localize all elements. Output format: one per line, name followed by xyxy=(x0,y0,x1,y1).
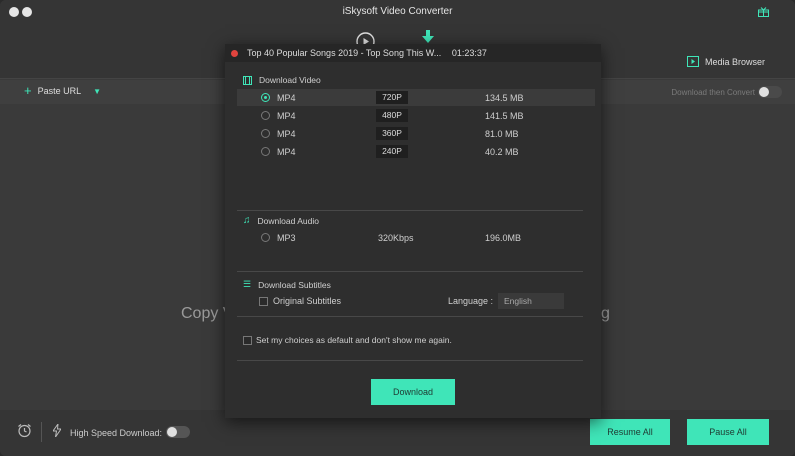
format-label: MP3 xyxy=(277,233,296,243)
paste-url-button[interactable]: + Paste URL ▼ xyxy=(24,83,101,98)
radio-button[interactable] xyxy=(261,233,270,242)
pause-all-button[interactable]: Pause All xyxy=(687,419,769,445)
music-note-icon: ♫ xyxy=(243,215,251,226)
dialog-close-button[interactable] xyxy=(231,50,238,57)
video-duration: 01:23:37 xyxy=(451,48,487,58)
bitrate-label: 320Kbps xyxy=(378,233,414,243)
title-bar: iSkysoft Video Converter xyxy=(0,0,795,24)
lightning-icon xyxy=(53,424,61,437)
radio-button[interactable] xyxy=(261,111,270,120)
default-choice-label: Set my choices as default and don't show… xyxy=(256,335,452,345)
app-window: iSkysoft Video Converter Media Browser + xyxy=(0,0,795,456)
high-speed-download-toggle[interactable] xyxy=(166,426,190,438)
resume-all-button[interactable]: Resume All xyxy=(590,419,670,445)
media-browser-button[interactable]: Media Browser xyxy=(686,56,765,67)
section-divider xyxy=(237,360,583,361)
video-option-row[interactable]: MP4 480P 141.5 MB xyxy=(237,107,595,124)
radio-button[interactable] xyxy=(261,147,270,156)
high-speed-download-label: High Speed Download: xyxy=(70,428,163,438)
download-tab-icon[interactable] xyxy=(422,30,434,44)
dialog-header: Top 40 Popular Songs 2019 - Top Song Thi… xyxy=(225,44,601,62)
list-icon: ☰ xyxy=(243,279,252,289)
audio-option-row[interactable]: MP3 320Kbps 196.0MB xyxy=(237,229,595,246)
video-title: Top 40 Popular Songs 2019 - Top Song Thi… xyxy=(247,48,442,58)
radio-button[interactable] xyxy=(261,93,270,102)
format-label: MP4 xyxy=(277,129,296,139)
video-option-row[interactable]: MP4 720P 134.5 MB xyxy=(237,89,595,106)
file-size: 40.2 MB xyxy=(485,147,519,157)
resolution-badge: 240P xyxy=(376,145,408,158)
download-audio-heading: ♫ Download Audio xyxy=(243,215,319,226)
section-divider xyxy=(237,316,583,317)
plus-icon: + xyxy=(24,83,32,98)
language-label: Language : xyxy=(448,296,494,306)
language-select[interactable]: English xyxy=(498,293,564,309)
file-size: 141.5 MB xyxy=(485,111,524,121)
download-then-convert-label: Download then Convert xyxy=(671,88,755,97)
chevron-down-icon[interactable]: ▼ xyxy=(93,87,101,96)
resolution-badge: 720P xyxy=(376,91,408,104)
empty-hint-right: g xyxy=(601,305,610,322)
download-subtitles-label: Download Subtitles xyxy=(258,279,331,290)
section-divider xyxy=(237,271,583,272)
toggle-knob xyxy=(167,427,177,437)
window-title: iSkysoft Video Converter xyxy=(342,6,453,17)
original-subtitles-checkbox[interactable] xyxy=(259,297,268,306)
radio-button[interactable] xyxy=(261,129,270,138)
download-video-heading: Download Video xyxy=(243,75,321,85)
format-label: MP4 xyxy=(277,111,296,121)
resolution-badge: 360P xyxy=(376,127,408,140)
media-browser-icon xyxy=(686,56,699,67)
file-size: 196.0MB xyxy=(485,233,522,243)
section-divider xyxy=(237,210,583,211)
download-options-dialog: Top 40 Popular Songs 2019 - Top Song Thi… xyxy=(225,44,601,418)
file-size: 81.0 MB xyxy=(485,129,519,139)
resolution-badge: 480P xyxy=(376,109,408,122)
media-browser-label: Media Browser xyxy=(704,56,765,67)
download-button[interactable]: Download xyxy=(371,379,455,405)
bottom-divider xyxy=(41,422,42,442)
download-audio-label: Download Audio xyxy=(257,215,319,226)
video-option-row[interactable]: MP4 360P 81.0 MB xyxy=(237,125,595,142)
format-label: MP4 xyxy=(277,93,296,103)
format-label: MP4 xyxy=(277,147,296,157)
video-option-row[interactable]: MP4 240P 40.2 MB xyxy=(237,143,595,160)
gift-icon[interactable] xyxy=(758,7,769,17)
original-subtitles-label: Original Subtitles xyxy=(273,296,342,306)
download-video-label: Download Video xyxy=(259,75,321,85)
download-then-convert-toggle[interactable] xyxy=(758,86,782,98)
download-subtitles-heading: ☰ Download Subtitles xyxy=(243,279,331,290)
alarm-clock-icon[interactable] xyxy=(17,423,32,438)
default-choice-checkbox[interactable] xyxy=(243,336,252,345)
file-size: 134.5 MB xyxy=(485,93,524,103)
film-icon xyxy=(243,75,252,85)
toggle-knob xyxy=(759,87,769,97)
dialog-title: Top 40 Popular Songs 2019 - Top Song Thi… xyxy=(247,48,487,58)
paste-url-label: Paste URL xyxy=(37,86,82,96)
